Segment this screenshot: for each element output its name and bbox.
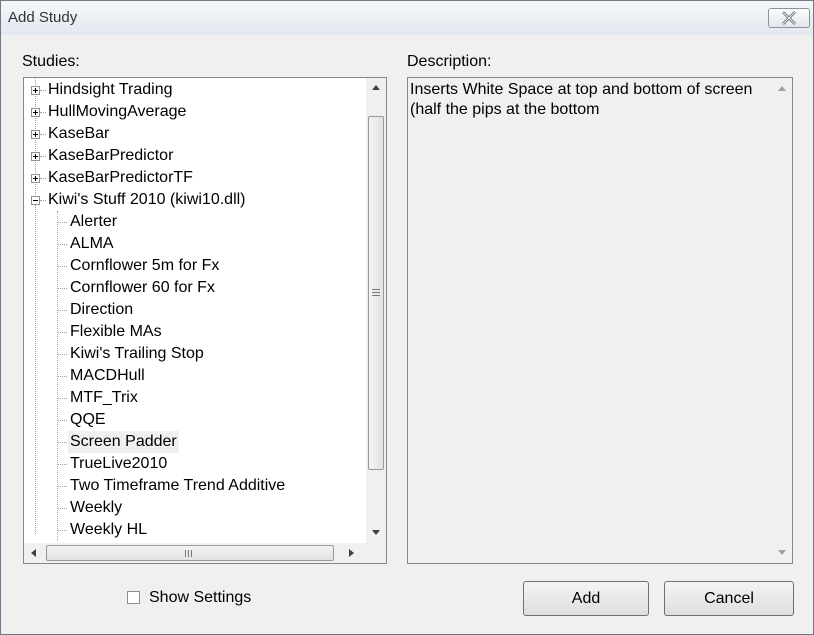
description-scrollbar[interactable] — [772, 78, 792, 563]
tree-connector — [57, 508, 67, 509]
tree-child-item[interactable]: Two Timeframe Trend Additive — [24, 475, 364, 497]
tree-child-item[interactable]: Kiwi's Trailing Stop — [24, 343, 364, 365]
collapse-icon[interactable] — [31, 196, 40, 205]
show-settings-label[interactable]: Show Settings — [149, 589, 251, 607]
studies-tree[interactable]: Hindsight Trading HullMovingAverage KaseBa… — [23, 77, 387, 564]
tree-group-label: KaseBarPredictor — [48, 147, 174, 164]
tree-connector — [40, 112, 46, 113]
tree-child-item[interactable]: Weekly — [24, 497, 364, 519]
description-label: Description: — [407, 53, 492, 70]
tree-connector — [57, 398, 67, 399]
tree-connector — [57, 464, 67, 465]
description-box[interactable]: Inserts White Space at top and bottom of… — [407, 77, 793, 564]
tree-connector — [57, 288, 67, 289]
tree-items: Hindsight Trading HullMovingAverage KaseBa… — [24, 78, 366, 543]
tree-child-item[interactable]: QQE — [24, 409, 364, 431]
tree-child-label: Screen Padder — [68, 431, 179, 453]
tree-child-item[interactable]: TrueLive2010 — [24, 453, 364, 475]
studies-label: Studies: — [22, 53, 80, 70]
horizontal-scroll-thumb[interactable] — [46, 545, 334, 561]
tree-group-label: KaseBar — [48, 125, 110, 142]
tree-connector — [40, 200, 46, 201]
expand-icon[interactable] — [31, 108, 40, 117]
add-button[interactable]: Add — [523, 581, 649, 616]
tree-child-label: QQE — [70, 411, 106, 428]
tree-connector — [57, 332, 67, 333]
tree-child-label: Alerter — [70, 213, 118, 230]
tree-group-item[interactable]: KaseBarPredictor — [24, 145, 364, 167]
tree-child-item[interactable]: Screen Padder — [24, 431, 364, 453]
tree-connector — [57, 486, 67, 487]
tree-group-label: KaseBarPredictorTF — [48, 169, 193, 186]
tree-child-item[interactable]: ALMA — [24, 233, 364, 255]
cancel-button[interactable]: Cancel — [664, 581, 794, 616]
tree-child-item[interactable]: Flexible MAs — [24, 321, 364, 343]
tree-group-item[interactable]: KaseBar — [24, 123, 364, 145]
tree-connector — [57, 442, 67, 443]
expand-icon[interactable] — [31, 86, 40, 95]
tree-child-label: Cornflower 60 for Fx — [70, 279, 215, 296]
tree-child-label: MACDHull — [70, 367, 145, 384]
tree-child-item[interactable]: Alerter — [24, 211, 364, 233]
tree-child-item[interactable]: Cornflower 60 for Fx — [24, 277, 364, 299]
tree-child-item[interactable]: Weekly HL — [24, 519, 364, 541]
expand-icon[interactable] — [31, 152, 40, 161]
tree-connector — [57, 266, 67, 267]
vertical-scroll-thumb[interactable] — [368, 116, 384, 470]
tree-connector — [40, 178, 46, 179]
description-line-1: Inserts White Space at top and bottom of… — [410, 81, 753, 98]
tree-child-label: Kiwi's Trailing Stop — [70, 345, 204, 362]
tree-group-item[interactable]: KaseBarPredictorTF — [24, 167, 364, 189]
tree-group-label: Hindsight Trading — [48, 81, 173, 98]
tree-child-label: Cornflower 5m for Fx — [70, 257, 220, 274]
tree-child-label: Weekly — [70, 499, 123, 516]
tree-group-label: HullMovingAverage — [48, 103, 187, 120]
tree-child-item[interactable]: MACDHull — [24, 365, 364, 387]
tree-child-label: Direction — [70, 301, 134, 318]
tree-group-item[interactable]: Hindsight Trading — [24, 79, 364, 101]
tree-connector — [57, 310, 67, 311]
description-scroll-down-arrow[interactable] — [778, 550, 786, 555]
window-title: Add Study — [8, 9, 78, 26]
tree-connector — [40, 134, 46, 135]
tree-child-label: Weekly HL — [70, 521, 148, 538]
tree-child-item[interactable]: MTF_Trix — [24, 387, 364, 409]
scroll-down-arrow[interactable] — [372, 530, 380, 535]
tree-connector — [40, 90, 46, 91]
tree-child-label: Flexible MAs — [70, 323, 162, 340]
show-settings-checkbox[interactable] — [127, 591, 140, 604]
tree-child-item[interactable]: Cornflower 5m for Fx — [24, 255, 364, 277]
scroll-right-arrow[interactable] — [349, 549, 354, 557]
tree-connector — [57, 376, 67, 377]
description-text: Inserts White Space at top and bottom of… — [410, 80, 774, 120]
scroll-up-arrow[interactable] — [372, 85, 380, 90]
tree-connector — [57, 420, 67, 421]
tree-group-label: Kiwi's Stuff 2010 (kiwi10.dll) — [48, 191, 246, 208]
close-button[interactable] — [768, 8, 810, 28]
tree-child-label: MTF_Trix — [70, 389, 138, 406]
vertical-scrollbar[interactable] — [366, 78, 386, 543]
tree-child-label: TrueLive2010 — [70, 455, 168, 472]
close-icon — [782, 11, 796, 25]
scrollbar-corner — [366, 543, 386, 563]
tree-connector — [57, 244, 67, 245]
tree-connector — [57, 222, 67, 223]
title-bar: Add Study — [1, 1, 813, 35]
expand-icon[interactable] — [31, 130, 40, 139]
tree-child-label: ALMA — [70, 235, 114, 252]
tree-child-line — [57, 211, 58, 541]
horizontal-scrollbar[interactable] — [24, 543, 366, 563]
tree-group-item[interactable]: HullMovingAverage — [24, 101, 364, 123]
expand-icon[interactable] — [31, 174, 40, 183]
tree-connector — [57, 354, 67, 355]
add-study-dialog: Add Study Studies: Description: Hindsigh… — [0, 0, 814, 635]
scroll-left-arrow[interactable] — [31, 549, 36, 557]
tree-child-label: Two Timeframe Trend Additive — [70, 477, 286, 494]
tree-connector — [40, 156, 46, 157]
tree-group-item[interactable]: Kiwi's Stuff 2010 (kiwi10.dll) — [24, 189, 364, 211]
tree-connector — [57, 530, 67, 531]
description-scroll-up-arrow[interactable] — [778, 86, 786, 91]
description-line-2: (half the pips at the bottom — [410, 101, 600, 118]
tree-child-item[interactable]: Direction — [24, 299, 364, 321]
